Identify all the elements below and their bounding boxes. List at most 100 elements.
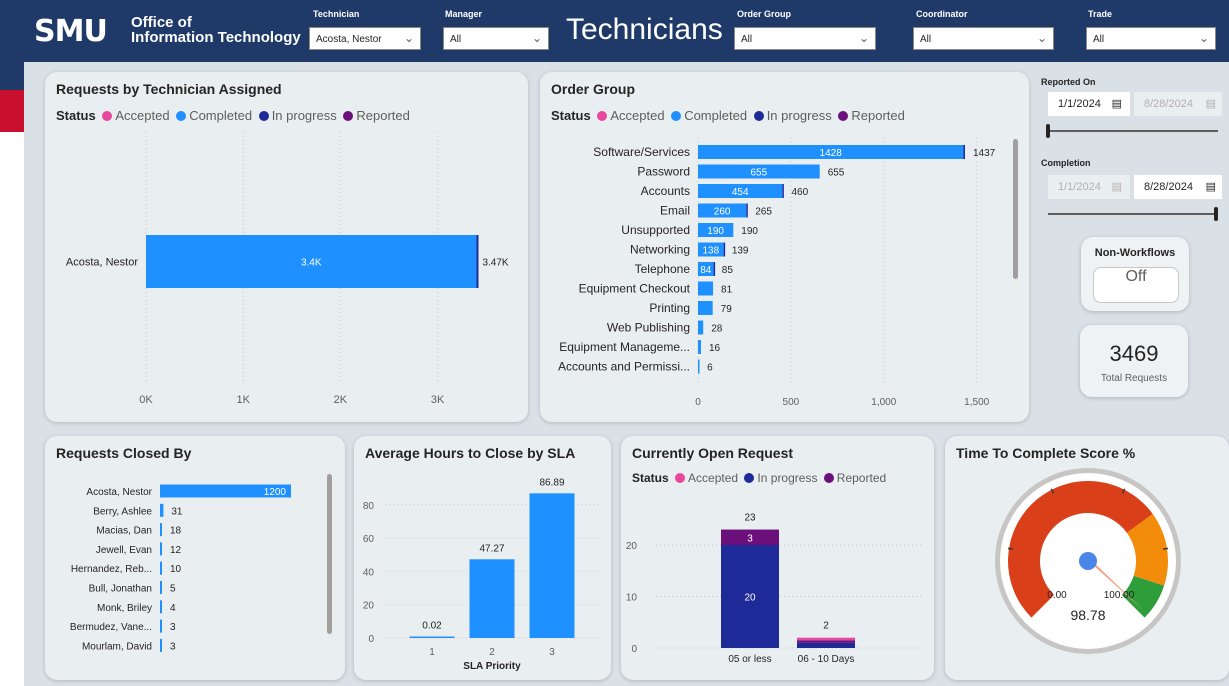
coordinator-dropdown[interactable]: All ⌄	[913, 27, 1054, 50]
bar-completed	[160, 561, 162, 575]
bar-total-label: 6	[707, 363, 713, 374]
smu-logo[interactable]: SMU	[34, 14, 108, 49]
scrollbar[interactable]	[327, 474, 332, 634]
non-workflows-toggle[interactable]: Off	[1093, 267, 1179, 303]
category-label: Email	[660, 204, 690, 218]
bar-in-progress	[723, 242, 726, 257]
total-requests-value: 3469	[1109, 341, 1159, 366]
bar-completed	[698, 340, 701, 354]
x-axis-title: SLA Priority	[463, 661, 521, 672]
left-band-light	[0, 132, 24, 686]
bar-value-label: 10	[170, 564, 182, 575]
reported-from-input[interactable]: 1/1/2024 ▤	[1048, 92, 1130, 116]
y-tick-label: 20	[626, 541, 638, 552]
category-label: Acosta, Nestor	[66, 257, 138, 269]
x-tick-label: 05 or less	[728, 654, 771, 665]
page-title: Technicians	[566, 13, 723, 46]
x-tick-label: 1,500	[964, 397, 989, 408]
scrollbar[interactable]	[1013, 139, 1018, 279]
calendar-icon[interactable]: ▤	[1206, 180, 1216, 193]
x-tick-label: 1,000	[871, 397, 896, 408]
gauge-min-label: 0.00	[1047, 590, 1067, 601]
calendar-icon[interactable]: ▤	[1112, 180, 1122, 193]
bar-total-label: 190	[741, 226, 758, 237]
segment-label: 20	[744, 593, 756, 604]
x-tick-label: 1	[429, 647, 435, 658]
bar-value-label: 3.4K	[301, 258, 322, 269]
bar-value-label: 260	[714, 207, 731, 218]
category-label: Accounts	[641, 184, 690, 198]
completion-to-input[interactable]: 8/28/2024 ▤	[1134, 175, 1222, 199]
category-label: Web Publishing	[607, 321, 690, 335]
bar-total-label: 3.47K	[482, 258, 508, 269]
accent-stripe	[0, 90, 24, 132]
x-tick-label: 2K	[334, 394, 348, 406]
requests-closed-by-card[interactable]: Requests Closed By Acosta, Nestor 1200 Ber…	[45, 436, 345, 680]
technician-dropdown[interactable]: Acosta, Nestor ⌄	[309, 27, 421, 50]
completion-range-handle[interactable]	[1214, 207, 1218, 221]
reported-range-handle[interactable]	[1046, 124, 1050, 138]
chevron-down-icon: ⌄	[531, 31, 542, 45]
y-tick-label: 40	[363, 567, 375, 578]
category-label: Mourlam, David	[82, 641, 152, 652]
completion-from-input[interactable]: 1/1/2024 ▤	[1048, 175, 1130, 199]
bar-in-progress	[713, 262, 716, 276]
column-bar	[529, 493, 575, 638]
time-to-complete-card[interactable]: Time To Complete Score % 0.00 100.00 98.78	[945, 436, 1229, 680]
y-tick-label: 0	[631, 644, 637, 655]
column-bar	[409, 636, 455, 638]
category-label: Berry, Ashlee	[93, 506, 152, 517]
manager-dropdown[interactable]: All ⌄	[443, 27, 549, 50]
completion-gauge: 0.00 100.00 98.78	[995, 468, 1181, 654]
stack-total-label: 23	[744, 513, 756, 524]
bar-value-label: 3	[170, 622, 176, 633]
reported-to-value: 8/28/2024	[1144, 98, 1193, 110]
chevron-down-icon: ⌄	[403, 31, 414, 45]
category-label: Macias, Dan	[96, 526, 152, 537]
x-tick-label: 500	[783, 397, 800, 408]
bar-total-label: 81	[721, 285, 733, 296]
bar-completed	[160, 638, 162, 652]
technician-bar-chart: 0K 1K 2K 3K Acosta, Nestor 3.4K 3.47K	[66, 132, 509, 406]
closed-by-bar-chart: Acosta, Nestor 1200 Berry, Ashlee 31 Macias,…	[70, 484, 291, 652]
bar-value-label: 12	[170, 545, 182, 556]
category-label: Acosta, Nestor	[86, 487, 152, 498]
logo-line-2: Information Technology	[131, 29, 301, 46]
x-tick-label: 0	[695, 397, 701, 408]
y-tick-label: 20	[363, 601, 375, 612]
reported-range-track	[1048, 130, 1218, 132]
bar-total-label: 1437	[973, 148, 996, 159]
bar-in-progress	[746, 203, 748, 218]
order-group-dropdown[interactable]: All ⌄	[734, 27, 876, 50]
category-label: Equipment Checkout	[579, 282, 691, 296]
trade-dropdown[interactable]: All ⌄	[1086, 27, 1216, 50]
calendar-icon[interactable]: ▤	[1206, 97, 1216, 110]
order-group-card[interactable]: Order Group Status Accepted Completed In…	[540, 72, 1029, 422]
bar-total-label: 460	[791, 187, 808, 198]
calendar-icon[interactable]: ▤	[1112, 97, 1122, 110]
bar-total-label: 85	[722, 265, 734, 276]
bar-value-label: 5	[170, 584, 176, 595]
x-tick-label: 0K	[139, 394, 153, 406]
manager-dropdown-value: All	[450, 34, 462, 45]
avg-hours-card[interactable]: Average Hours to Close by SLA 0 20 40 60 80 0…	[354, 436, 611, 680]
bar-total-label: 655	[828, 168, 845, 179]
column-value-label: 86.89	[539, 477, 564, 488]
coordinator-slicer-label: Coordinator	[916, 9, 968, 19]
requests-by-technician-card[interactable]: Requests by Technician Assigned Status A…	[45, 72, 528, 422]
bar-total-label: 28	[711, 324, 723, 335]
stacked-segment	[797, 640, 855, 643]
bar-completed	[160, 600, 162, 614]
chevron-down-icon: ⌄	[1036, 31, 1047, 45]
non-workflows-label: Non-Workflows	[1094, 247, 1176, 259]
bar-completed	[698, 301, 713, 315]
currently-open-card[interactable]: Currently Open Request Status Accepted I…	[621, 436, 934, 680]
y-tick-label: 80	[363, 501, 375, 512]
reported-to-input[interactable]: 8/28/2024 ▤	[1134, 92, 1222, 116]
x-tick-label: 3K	[431, 394, 445, 406]
category-label: Password	[637, 165, 690, 179]
completion-to-value: 8/28/2024	[1144, 181, 1193, 193]
category-label: Unsupported	[621, 223, 690, 237]
bar-in-progress	[476, 235, 479, 288]
bar-completed	[698, 281, 714, 296]
